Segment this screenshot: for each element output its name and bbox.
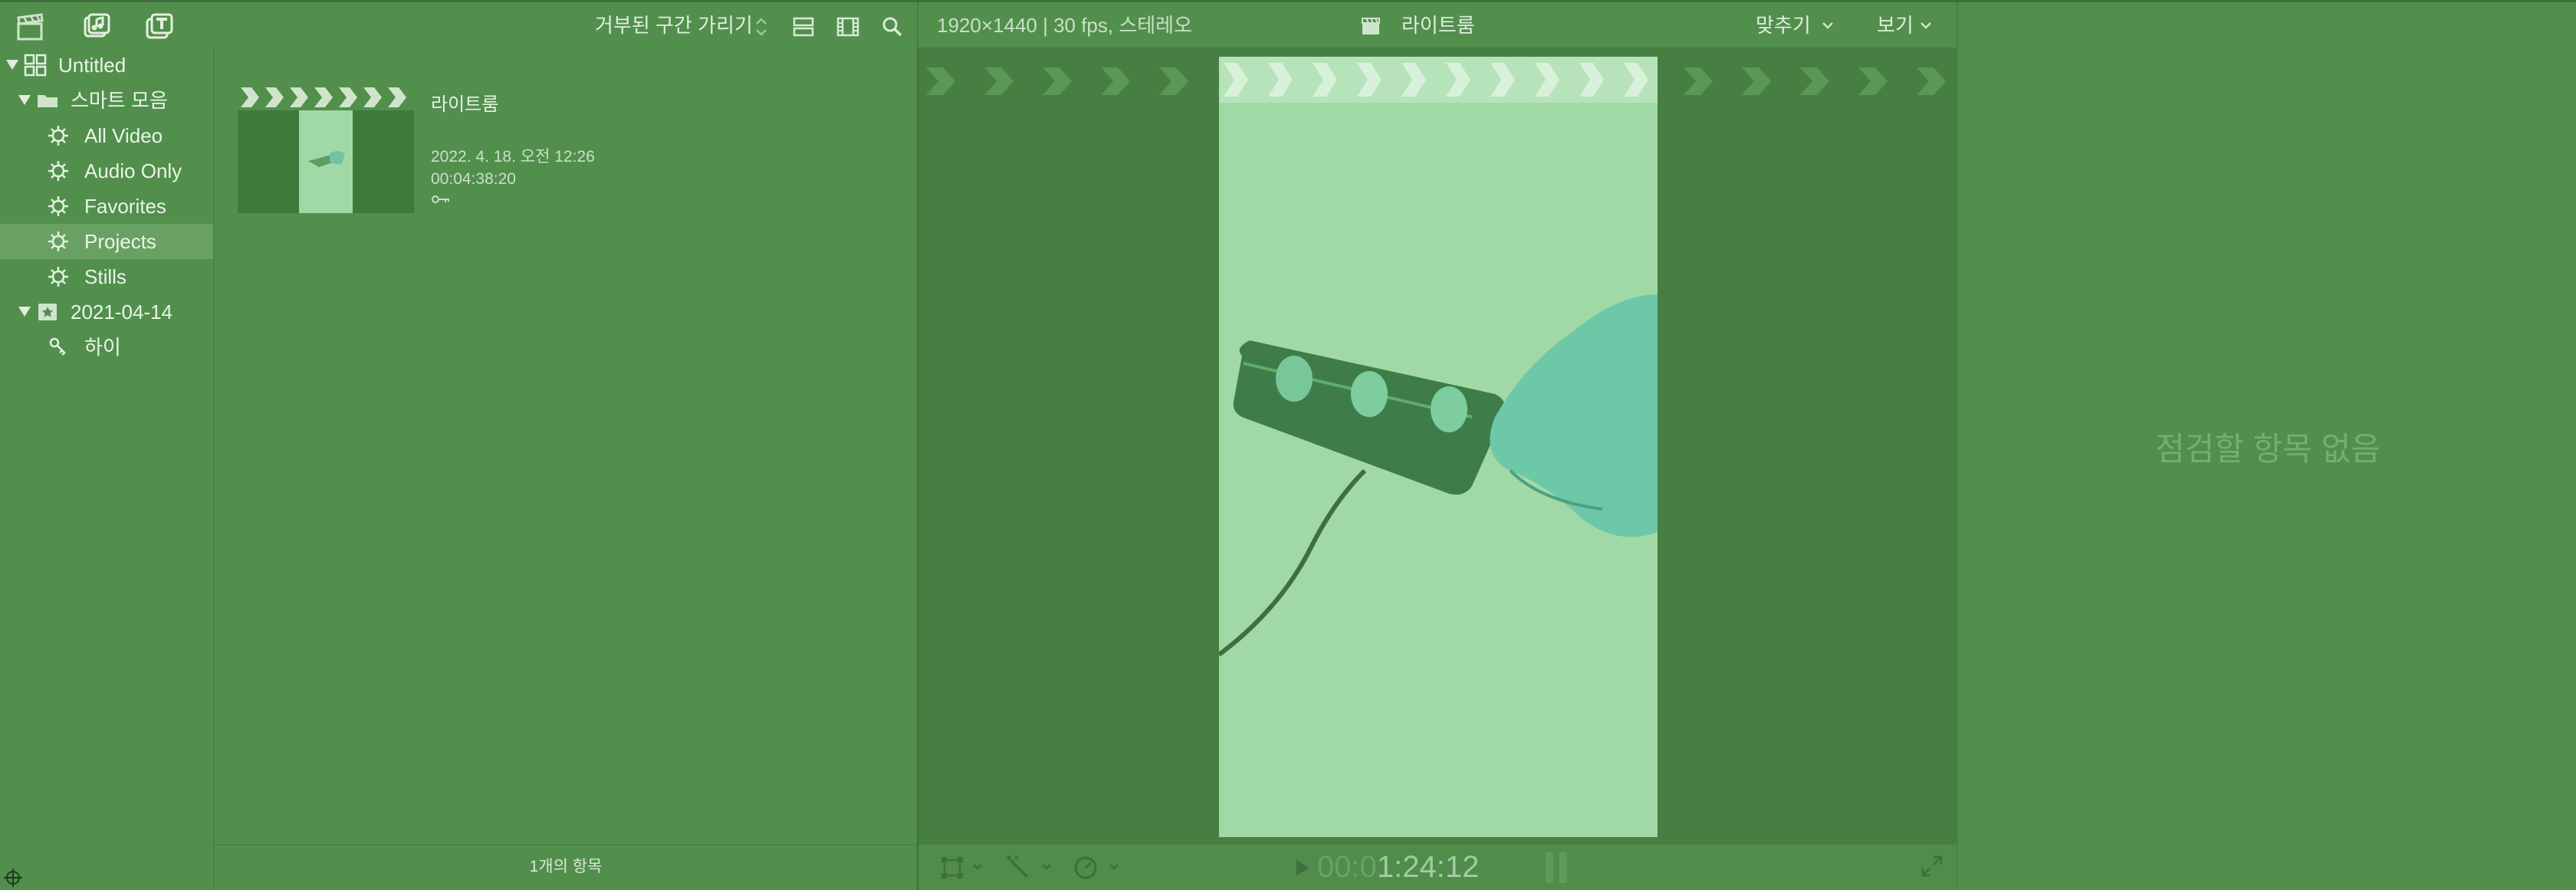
toolbar-divider-inspector: [1957, 2, 1958, 50]
sidebar-item-label: 스마트 모음: [71, 89, 168, 112]
sidebar-item-label: All Video: [84, 124, 163, 147]
stripe-chevron: [1159, 67, 1188, 95]
sidebar-item-audio-only[interactable]: Audio Only: [0, 153, 213, 189]
library-sidebar: Untitled 스마트 모음 All Video Audio Only Fav…: [0, 48, 215, 890]
format-info: 1920×1440 | 30 fps, 스테레오: [937, 14, 1193, 37]
sidebar-item-all-video[interactable]: All Video: [0, 118, 213, 153]
toolbar-divider: [917, 2, 918, 50]
sidebar-item-projects[interactable]: Projects: [0, 224, 213, 259]
filmstrip-icon[interactable]: [831, 10, 865, 44]
sidebar-item-library-untitled[interactable]: Untitled: [0, 48, 213, 83]
zoom-chevron-down-icon: [1822, 21, 1834, 30]
fullscreen-expand-icon[interactable]: [1920, 854, 1944, 879]
browser-footer-divider: [215, 844, 917, 846]
enhance-wand-icon[interactable]: [1003, 852, 1033, 883]
timecode-leading: 00:0: [1317, 850, 1377, 884]
clip-appearance-icon[interactable]: [787, 10, 820, 44]
gear-icon: [46, 123, 71, 148]
zoom-menu-label: 맞추기: [1756, 14, 1811, 37]
timecode-value: 1:24:12: [1376, 850, 1480, 884]
inspector-empty-message: 점검할 항목 없음: [2155, 431, 2380, 467]
retime-speedometer-icon[interactable]: [1070, 852, 1101, 883]
zoom-menu[interactable]: 맞추기: [1756, 12, 1811, 38]
crosshair-icon[interactable]: [2, 866, 25, 889]
sidebar-item-event-2021-04-14[interactable]: 2021-04-14: [0, 294, 213, 330]
stripe-chevron: [1800, 67, 1829, 95]
stripe-chevron: [926, 67, 955, 95]
transform-chevron-down-icon[interactable]: [972, 863, 983, 871]
sidebar-item-label: Stills: [84, 265, 127, 288]
sidebar-item-keyword-hi[interactable]: 하이: [0, 330, 213, 365]
sidebar-item-favorites[interactable]: Favorites: [0, 189, 213, 224]
top-toolbar: 거부된 구간 가리기 1920×1440 | 30 fps, 스테레오 라이트룸…: [0, 0, 2576, 50]
sidebar-item-label: Audio Only: [84, 159, 182, 182]
stripe-chevron: [1043, 67, 1072, 95]
clip-date: 2022. 4. 18. 오전 12:26: [431, 148, 595, 166]
view-menu[interactable]: 보기: [1877, 12, 1914, 38]
stripe-chevron: [1684, 67, 1713, 95]
stripe-chevron: [1101, 67, 1130, 95]
retime-chevron-down-icon[interactable]: [1109, 863, 1119, 871]
key-icon: [46, 335, 71, 360]
browser-pane: 라이트룸 2022. 4. 18. 오전 12:26 00:04:38:20 1…: [215, 48, 917, 890]
disclosure-triangle-icon[interactable]: [6, 60, 18, 70]
disclosure-triangle-icon[interactable]: [18, 95, 31, 105]
hide-rejected-filter[interactable]: 거부된 구간 가리기: [595, 12, 753, 38]
gear-icon: [46, 194, 71, 218]
viewer-pane: [917, 48, 1957, 845]
filter-label: 거부된 구간 가리기: [595, 14, 753, 37]
video-frame[interactable]: [1219, 57, 1658, 837]
viewer-clip-name: 라이트룸: [1401, 14, 1475, 37]
sidebar-item-label: 하이: [84, 336, 121, 359]
inspector-pane: 점검할 항목 없음: [1957, 48, 2576, 890]
sidebar-item-stills[interactable]: Stills: [0, 259, 213, 294]
view-menu-label: 보기: [1877, 14, 1914, 37]
audio-meter-icon: [1543, 851, 1573, 885]
transform-icon[interactable]: [938, 854, 966, 882]
gear-icon: [46, 159, 71, 183]
enhance-chevron-down-icon[interactable]: [1041, 863, 1052, 871]
sidebar-item-smart-collections[interactable]: 스마트 모음: [0, 83, 213, 118]
clip-duration: 00:04:38:20: [431, 170, 516, 188]
disclosure-triangle-icon[interactable]: [18, 307, 31, 317]
play-icon[interactable]: [1294, 859, 1311, 877]
stripe-chevron: [984, 67, 1014, 95]
library-grid-icon: [23, 53, 48, 77]
key-icon: [431, 193, 451, 205]
gear-icon: [46, 264, 71, 289]
gear-icon: [46, 229, 71, 254]
photos-audio-icon[interactable]: [80, 10, 113, 44]
libraries-clapper-icon[interactable]: [14, 10, 48, 44]
sidebar-item-label: Favorites: [84, 195, 166, 218]
clip-name: 라이트룸: [431, 94, 499, 115]
stripe-chevron: [1858, 67, 1888, 95]
titles-generators-icon[interactable]: [143, 10, 176, 44]
sidebar-item-label: 2021-04-14: [71, 300, 172, 323]
stripe-chevron: [1742, 67, 1771, 95]
viewer-controls: 00:01:24:12: [917, 845, 1957, 890]
folder-icon: [35, 88, 60, 113]
sidebar-item-label: Untitled: [58, 54, 127, 77]
sidebar-item-label: Projects: [84, 230, 156, 253]
event-star-icon: [35, 300, 60, 324]
stripe-chevron: [1917, 67, 1946, 95]
updown-chevron-icon: [754, 16, 768, 38]
search-icon[interactable]: [876, 10, 909, 44]
clapper-icon: [1360, 15, 1382, 37]
item-count: 1개의 항목: [529, 858, 603, 875]
view-chevron-down-icon: [1920, 21, 1932, 30]
timecode-display[interactable]: 00:01:24:12: [1317, 849, 1479, 885]
project-thumbnail[interactable]: [238, 84, 414, 213]
